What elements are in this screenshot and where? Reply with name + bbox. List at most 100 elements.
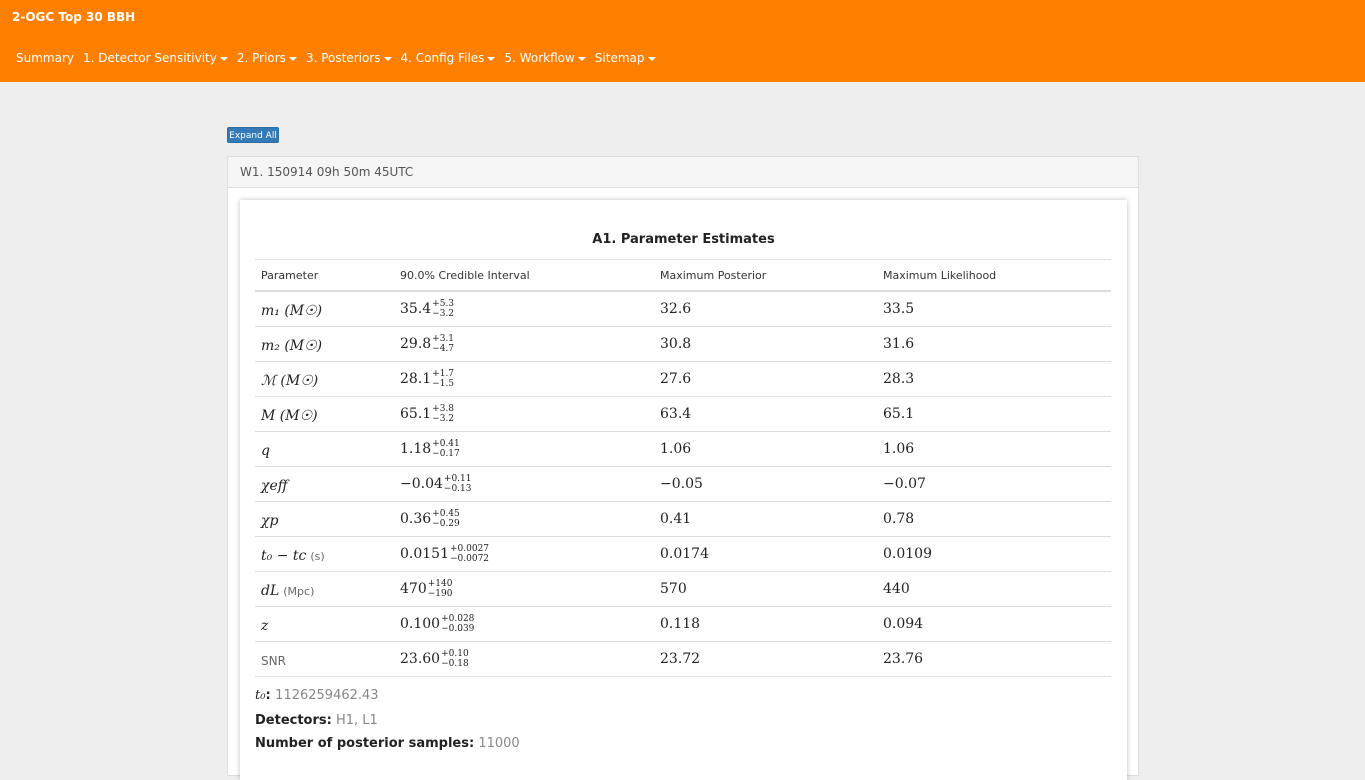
- table-row: q 1.18 +0.41 −0.17 1.06 1.06: [255, 431, 1111, 467]
- upper-error: +3.8: [432, 404, 455, 414]
- max-posterior-cell: 1.06: [654, 431, 877, 467]
- max-likelihood-cell: 0.0109: [877, 536, 1111, 572]
- credible-interval-errors: +1.7 −1.5: [432, 369, 454, 389]
- max-posterior-cell: 23.72: [654, 641, 877, 677]
- parameter-cell: m₂ (M☉): [255, 326, 394, 362]
- nav-item-5-workflow[interactable]: 5. Workflow: [504, 51, 586, 65]
- nav-item-sitemap[interactable]: Sitemap: [595, 51, 656, 65]
- max-posterior-cell: 30.8: [654, 326, 877, 362]
- table-row: m₂ (M☉) 29.8 +3.1 −4.7 30.8 31.6: [255, 326, 1111, 362]
- parameter-cell: ℳ (M☉): [255, 361, 394, 397]
- credible-interval-errors: +0.0027 −0.0072: [450, 544, 489, 564]
- table-header-row: Parameter 90.0% Credible Interval Maximu…: [255, 259, 1111, 292]
- max-likelihood-cell: 0.094: [877, 606, 1111, 642]
- samples-label: Number of posterior samples:: [255, 736, 475, 751]
- credible-interval-median: 29.8: [400, 336, 432, 352]
- parameter-estimates-card: A1. Parameter Estimates Parameter 90.0% …: [240, 200, 1127, 780]
- table-row: m₁ (M☉) 35.4 +5.3 −3.2 32.6 33.5: [255, 291, 1111, 327]
- nav-menu: Summary 1. Detector Sensitivity 2. Priors 3…: [16, 51, 656, 65]
- nav-item-label: Summary: [16, 51, 74, 65]
- max-posterior-cell: 0.0174: [654, 536, 877, 572]
- nav-item-summary[interactable]: Summary: [16, 51, 74, 65]
- credible-interval-errors: +3.1 −4.7: [432, 334, 454, 354]
- credible-interval-cell: 0.36 +0.45 −0.29: [394, 501, 654, 537]
- lower-error: −0.0072: [450, 554, 490, 564]
- nav-item-label: 3. Posteriors: [305, 51, 381, 65]
- table-row: SNR 23.60 +0.10 −0.18 23.72 23.76: [255, 641, 1111, 677]
- credible-interval-median: −0.04: [400, 476, 443, 492]
- column-header-max-likelihood: Maximum Likelihood: [877, 259, 1111, 292]
- samples-value: 11000: [478, 736, 520, 751]
- credible-interval-cell: 29.8 +3.1 −4.7: [394, 326, 654, 362]
- parameter-cell: SNR: [255, 641, 394, 677]
- table-title: A1. Parameter Estimates: [592, 232, 775, 247]
- samples-line: Number of posterior samples: 11000: [255, 736, 520, 751]
- parameter-name: z: [261, 617, 269, 634]
- parameter-name: χp: [261, 512, 279, 529]
- panel-heading[interactable]: W1. 150914 09h 50m 45UTC: [228, 157, 1138, 188]
- nav-item-4-config-files[interactable]: 4. Config Files: [401, 51, 496, 65]
- credible-interval-cell: 23.60 +0.10 −0.18: [394, 641, 654, 677]
- parameter-name: SNR: [261, 653, 286, 668]
- parameter-cell: χeff: [255, 466, 394, 502]
- column-header-parameter: Parameter: [255, 259, 394, 292]
- table-row: ℳ (M☉) 28.1 +1.7 −1.5 27.6 28.3: [255, 361, 1111, 397]
- top-navbar: 2-OGC Top 30 BBH Summary 1. Detector Sens…: [0, 0, 1365, 82]
- credible-interval-errors: +0.028 −0.039: [441, 614, 474, 634]
- nav-item-1-detector-sensitivity[interactable]: 1. Detector Sensitivity: [83, 51, 228, 65]
- nav-item-label: 5. Workflow: [504, 51, 575, 65]
- max-likelihood-cell: 28.3: [877, 361, 1111, 397]
- parameter-name: m₁ (M☉): [261, 302, 323, 319]
- lower-error: −1.5: [432, 379, 455, 389]
- parameter-cell: t₀ − tc (s): [255, 536, 394, 572]
- credible-interval-median: 0.0151: [400, 546, 449, 562]
- nav-item-label: 1. Detector Sensitivity: [83, 51, 217, 65]
- max-posterior-cell: 27.6: [654, 361, 877, 397]
- max-posterior-cell: 63.4: [654, 396, 877, 432]
- credible-interval-median: 23.60: [400, 651, 441, 667]
- credible-interval-errors: +0.45 −0.29: [432, 509, 460, 529]
- credible-interval-median: 28.1: [400, 371, 432, 387]
- upper-error: +0.028: [441, 614, 475, 624]
- column-header-credible-interval: 90.0% Credible Interval: [394, 259, 654, 292]
- lower-error: −0.13: [443, 484, 472, 494]
- credible-interval-cell: 65.1 +3.8 −3.2: [394, 396, 654, 432]
- parameter-unit: (s): [310, 549, 325, 563]
- table-row: χp 0.36 +0.45 −0.29 0.41 0.78: [255, 501, 1111, 537]
- credible-interval-errors: +5.3 −3.2: [432, 299, 454, 319]
- max-posterior-cell: 570: [654, 571, 877, 607]
- max-likelihood-cell: 23.76: [877, 641, 1111, 677]
- credible-interval-errors: +3.8 −3.2: [432, 404, 454, 424]
- upper-error: +0.10: [441, 649, 469, 659]
- parameter-name: ℳ (M☉): [261, 372, 319, 389]
- parameter-cell: q: [255, 431, 394, 467]
- caret-down-icon: [487, 57, 496, 61]
- detectors-value: H1, L1: [335, 713, 378, 728]
- credible-interval-cell: 470 +140 −190: [394, 571, 654, 607]
- credible-interval-median: 1.18: [400, 441, 432, 457]
- detectors-label: Detectors:: [255, 713, 332, 728]
- column-header-max-posterior: Maximum Posterior: [654, 259, 877, 292]
- parameter-unit: (Mpc): [283, 584, 315, 598]
- parameter-cell: M (M☉): [255, 396, 394, 432]
- expand-all-button[interactable]: Expand All: [227, 127, 279, 143]
- credible-interval-errors: +0.11 −0.13: [444, 474, 472, 494]
- parameter-cell: z: [255, 606, 394, 642]
- nav-item-3-posteriors[interactable]: 3. Posteriors: [306, 51, 392, 65]
- nav-item-2-priors[interactable]: 2. Priors: [237, 51, 297, 65]
- credible-interval-median: 0.100: [400, 616, 441, 632]
- upper-error: +3.1: [432, 334, 455, 344]
- max-likelihood-cell: 1.06: [877, 431, 1111, 467]
- lower-error: −0.29: [432, 519, 460, 529]
- credible-interval-median: 0.36: [400, 511, 432, 527]
- app-title[interactable]: 2-OGC Top 30 BBH: [12, 10, 135, 24]
- t0-value: 1126259462.43: [275, 688, 379, 703]
- t0-line: t₀: 1126259462.43: [255, 688, 379, 703]
- table-body: m₁ (M☉) 35.4 +5.3 −3.2 32.6 33.5 m₂ (M☉) 29.8 +3…: [255, 291, 1111, 677]
- max-posterior-cell: 0.41: [654, 501, 877, 537]
- t0-label: t₀: [255, 688, 266, 703]
- parameter-table: Parameter 90.0% Credible Interval Maximu…: [255, 259, 1111, 677]
- lower-error: −190: [427, 589, 453, 599]
- nav-item-label: 4. Config Files: [400, 51, 485, 65]
- credible-interval-cell: 1.18 +0.41 −0.17: [394, 431, 654, 467]
